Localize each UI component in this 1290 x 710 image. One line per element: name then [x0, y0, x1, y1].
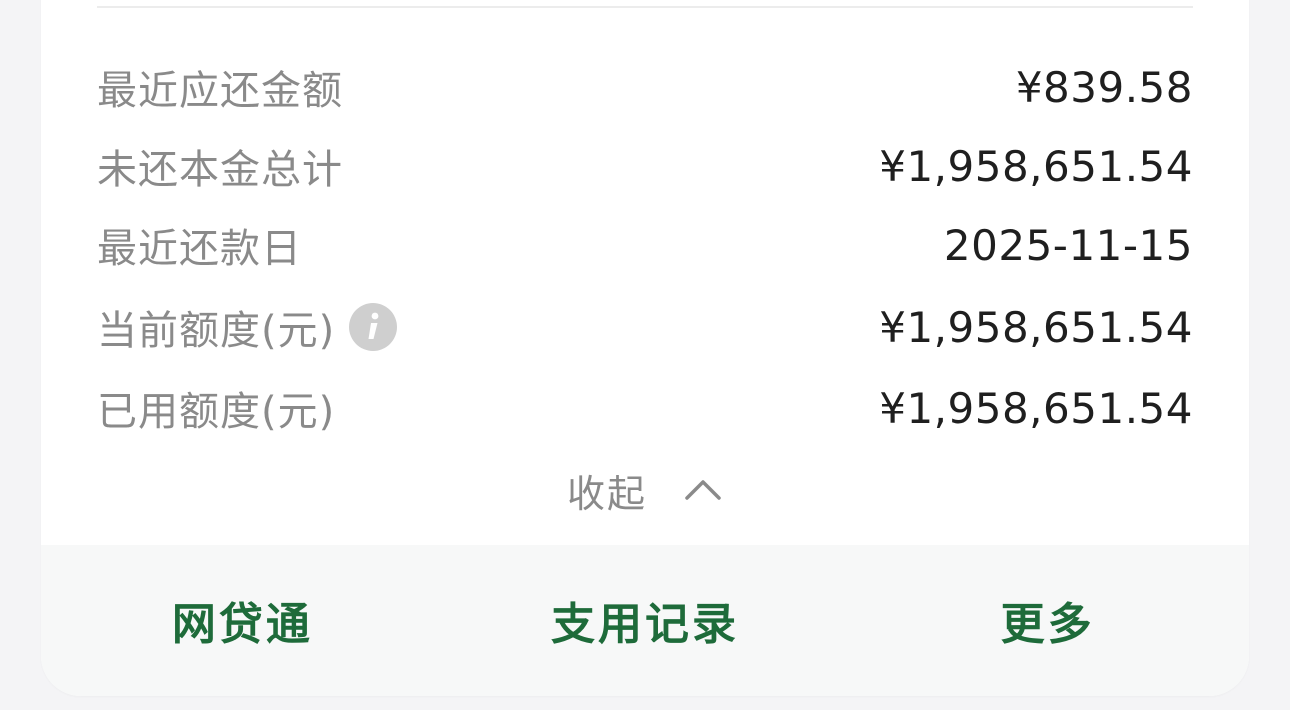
collapse-toggle[interactable]: 收起: [41, 460, 1249, 520]
recent-due-amount-value: ¥839.58: [1015, 62, 1193, 112]
row-outstanding-principal: 未还本金总计 ¥1,958,651.54: [97, 136, 1193, 196]
recent-repayment-date-label: 最近还款日: [97, 226, 302, 272]
row-current-limit: 当前额度(元) ¥1,958,651.54: [97, 297, 1193, 357]
current-limit-label: 当前额度(元): [97, 308, 336, 354]
online-loan-button[interactable]: 网贷通: [41, 588, 444, 654]
top-divider: [97, 6, 1193, 8]
row-recent-due-amount: 最近应还金额 ¥839.58: [97, 57, 1193, 117]
used-limit-value: ¥1,958,651.54: [879, 383, 1193, 433]
drawdown-records-button[interactable]: 支用记录: [444, 588, 847, 654]
row-used-limit: 已用额度(元) ¥1,958,651.54: [97, 378, 1193, 438]
chevron-up-icon: [683, 470, 723, 510]
loan-summary-card: 最近应还金额 ¥839.58 未还本金总计 ¥1,958,651.54 最近还款…: [41, 0, 1249, 696]
outstanding-principal-value: ¥1,958,651.54: [879, 141, 1193, 191]
current-limit-label-group: 当前额度(元): [97, 298, 398, 356]
collapse-label: 收起: [566, 471, 647, 516]
info-icon[interactable]: [349, 303, 398, 351]
current-limit-value: ¥1,958,651.54: [879, 302, 1193, 352]
recent-due-amount-label: 最近应还金额: [97, 68, 343, 114]
outstanding-principal-label: 未还本金总计: [97, 147, 343, 193]
row-recent-repayment-date: 最近还款日 2025-11-15: [97, 215, 1193, 275]
recent-repayment-date-value: 2025-11-15: [943, 220, 1193, 270]
more-button[interactable]: 更多: [846, 588, 1249, 654]
bottom-action-bar: 网贷通 支用记录 更多: [41, 545, 1249, 696]
used-limit-label: 已用额度(元): [97, 389, 336, 435]
